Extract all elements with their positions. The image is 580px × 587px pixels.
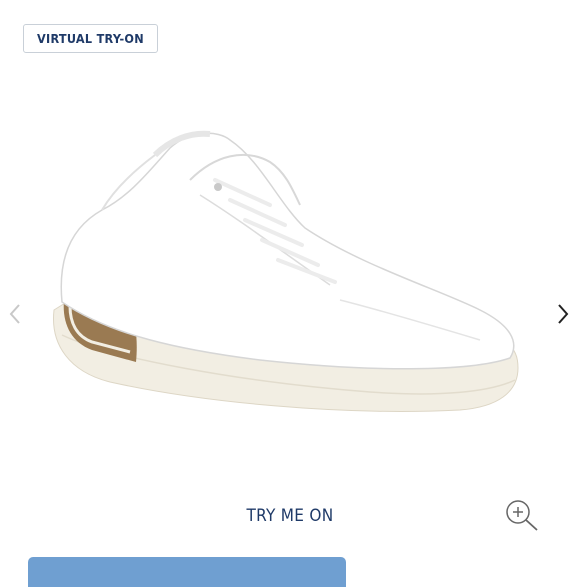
try-me-on-link[interactable]: TRY ME ON — [190, 506, 390, 530]
product-image[interactable] — [40, 110, 540, 440]
chevron-left-icon — [9, 304, 20, 324]
bottom-action-bar[interactable] — [28, 557, 346, 587]
carousel-next-button[interactable] — [551, 300, 575, 328]
virtual-try-on-button[interactable]: VIRTUAL TRY-ON — [23, 24, 158, 53]
carousel-prev-button[interactable] — [3, 300, 27, 328]
chevron-right-icon — [558, 304, 569, 324]
zoom-in-icon[interactable] — [502, 497, 542, 533]
